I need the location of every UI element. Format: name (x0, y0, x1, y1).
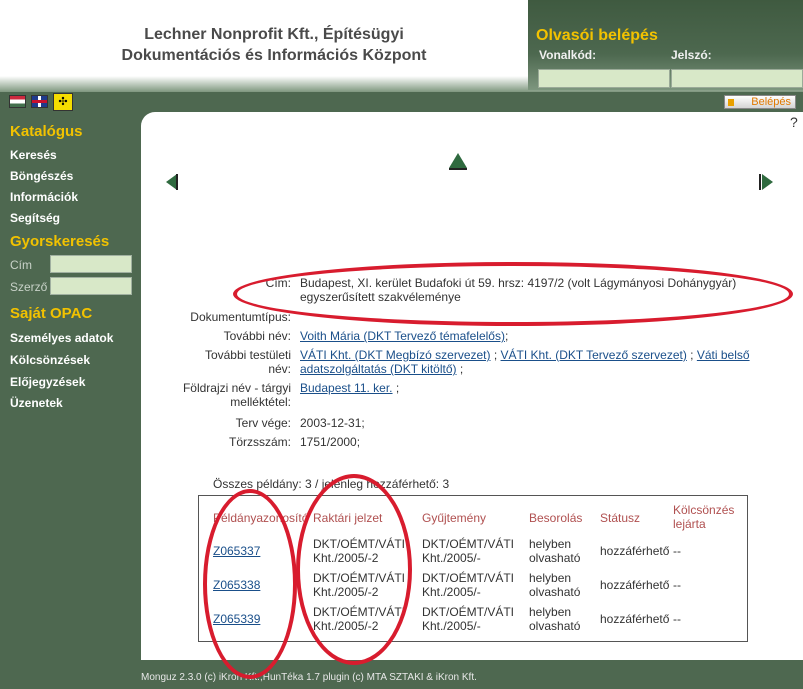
table-row-due: -- (673, 544, 681, 558)
hungarian-flag-icon[interactable] (9, 95, 26, 108)
geo-label-line2: melléktétel: (230, 395, 291, 409)
opac-heading: Saját OPAC (10, 305, 93, 322)
col-header-due-line2: lejárta (673, 517, 706, 531)
english-flag-icon[interactable] (31, 95, 48, 108)
geo-value: Budapest 11. ker. ; (300, 381, 399, 395)
plan-end-value: 2003-12-31; (300, 416, 365, 430)
table-row-class: helyben olvasható (529, 605, 580, 633)
more-name-link[interactable]: Voith Mária (DKT Tervező témafelelős) (300, 329, 505, 343)
quick-title-input[interactable] (50, 255, 132, 273)
annotation-ellipse-ids (203, 489, 297, 679)
table-row-status: hozzáférhető (600, 612, 670, 626)
password-label: Jelszó: (671, 48, 712, 62)
help-icon[interactable]: ? (790, 114, 798, 130)
more-corp-sep-1: ; (493, 348, 498, 362)
class-line1: helyben (529, 537, 572, 551)
more-corp-label: További testületi név: (205, 348, 291, 376)
more-name-value: Voith Mária (DKT Tervező témafelelős); (300, 329, 508, 343)
quick-title-label: Cím (10, 258, 32, 272)
more-corp-label-line1: További testületi (204, 348, 291, 362)
col-header-due: Kölcsönzés lejárta (673, 503, 734, 531)
password-input[interactable] (671, 69, 803, 88)
class-line2: olvasható (529, 585, 581, 599)
org-title-line1: Lechner Nonprofit Kft., Építésügyi (144, 26, 404, 43)
more-corp-sep-3: ; (459, 362, 464, 376)
sidebar-item-info[interactable]: Információk (10, 190, 78, 204)
sidebar-item-loans[interactable]: Kölcsönzések (10, 353, 90, 367)
class-line1: helyben (529, 605, 572, 619)
more-corp-link-3a[interactable]: Váti belső (697, 348, 750, 362)
doctype-label: Dokumentumtípus: (190, 310, 291, 324)
quick-author-label: Szerző (10, 280, 48, 294)
plan-end-label: Terv vége: (235, 416, 291, 430)
geo-label: Földrajzi név - tárgyi melléktétel: (183, 381, 291, 409)
table-row-collection: DKT/OÉMT/VÁTI Kht./2005/- (422, 605, 514, 633)
arrow-right-bar (759, 174, 761, 190)
more-corp-value: VÁTI Kht. (DKT Megbízó szervezet) ; VÁTI… (300, 348, 750, 376)
barcode-label: Vonalkód: (539, 48, 597, 62)
coll-line1: DKT/OÉMT/VÁTI (422, 571, 515, 585)
geo-label-line1: Földrajzi név - tárgyi (182, 381, 291, 395)
sidebar-item-browse[interactable]: Böngészés (10, 169, 73, 183)
geo-sep: ; (395, 381, 400, 395)
class-line2: olvasható (529, 619, 581, 633)
table-row-status: hozzáférhető (600, 578, 670, 592)
sidebar-item-messages[interactable]: Üzenetek (10, 396, 63, 410)
reg-number-label: Törzsszám: (228, 435, 291, 449)
table-row-class: helyben olvasható (529, 537, 580, 565)
col-header-collection: Gyűjtemény (422, 511, 487, 525)
accessibility-icon[interactable]: ✣ (53, 93, 73, 111)
annotation-ellipse-title (233, 262, 793, 326)
coll-line2: Kht./2005/- (422, 551, 481, 565)
more-corp-link-2[interactable]: VÁTI Kht. (DKT Tervező szervezet) (501, 348, 687, 362)
table-row-due: -- (673, 578, 681, 592)
sidebar-item-search[interactable]: Keresés (10, 148, 57, 162)
more-corp-link-1[interactable]: VÁTI Kht. (DKT Megbízó szervezet) (300, 348, 491, 362)
org-title: Lechner Nonprofit Kft., Építésügyi Dokum… (104, 24, 444, 66)
login-button[interactable]: Belépés (724, 95, 796, 109)
footer: Monguz 2.3.0 (c) iKron Kft.,HunTéka 1.7 … (141, 672, 477, 683)
more-name-label: További név: (223, 329, 291, 343)
quick-author-input[interactable] (50, 277, 132, 295)
login-title: Olvasói belépés (536, 27, 658, 44)
sidebar-item-help[interactable]: Segítség (10, 211, 60, 225)
col-header-status: Státusz (600, 511, 641, 525)
arrow-up-icon[interactable] (449, 153, 467, 168)
more-corp-label-line2: név: (268, 362, 291, 376)
coll-line2: Kht./2005/- (422, 585, 481, 599)
table-row-due: -- (673, 612, 681, 626)
table-row-status: hozzáférhető (600, 544, 670, 558)
coll-line1: DKT/OÉMT/VÁTI (422, 605, 515, 619)
class-line2: olvasható (529, 551, 581, 565)
coll-line2: Kht./2005/- (422, 619, 481, 633)
coll-line1: DKT/OÉMT/VÁTI (422, 537, 515, 551)
more-corp-link-3b[interactable]: adatszolgáltatás (DKT kitöltő) (300, 362, 457, 376)
org-title-line2: Dokumentációs és Információs Központ (121, 47, 427, 64)
class-line1: helyben (529, 571, 572, 585)
arrow-right-icon[interactable] (762, 174, 773, 190)
annotation-ellipse-callnumbers (296, 474, 412, 665)
table-row-collection: DKT/OÉMT/VÁTI Kht./2005/- (422, 571, 514, 599)
arrow-up-bar (449, 168, 467, 170)
sidebar-item-personal[interactable]: Személyes adatok (10, 331, 113, 345)
catalog-heading: Katalógus (10, 123, 83, 140)
more-name-sep: ; (504, 329, 509, 343)
reg-number-value: 1751/2000; (300, 435, 361, 449)
arrow-left-bar (176, 174, 178, 190)
table-row-collection: DKT/OÉMT/VÁTI Kht./2005/- (422, 537, 514, 565)
table-row-class: helyben olvasható (529, 571, 580, 599)
language-bar (0, 92, 803, 112)
col-header-class: Besorolás (529, 511, 583, 525)
col-header-due-line1: Kölcsönzés (673, 503, 735, 517)
quicksearch-heading: Gyorskeresés (10, 233, 110, 250)
sidebar-item-reservations[interactable]: Előjegyzések (10, 375, 85, 389)
barcode-input[interactable] (538, 69, 670, 88)
more-corp-sep-2: ; (690, 348, 694, 362)
geo-link[interactable]: Budapest 11. ker. (300, 381, 393, 395)
